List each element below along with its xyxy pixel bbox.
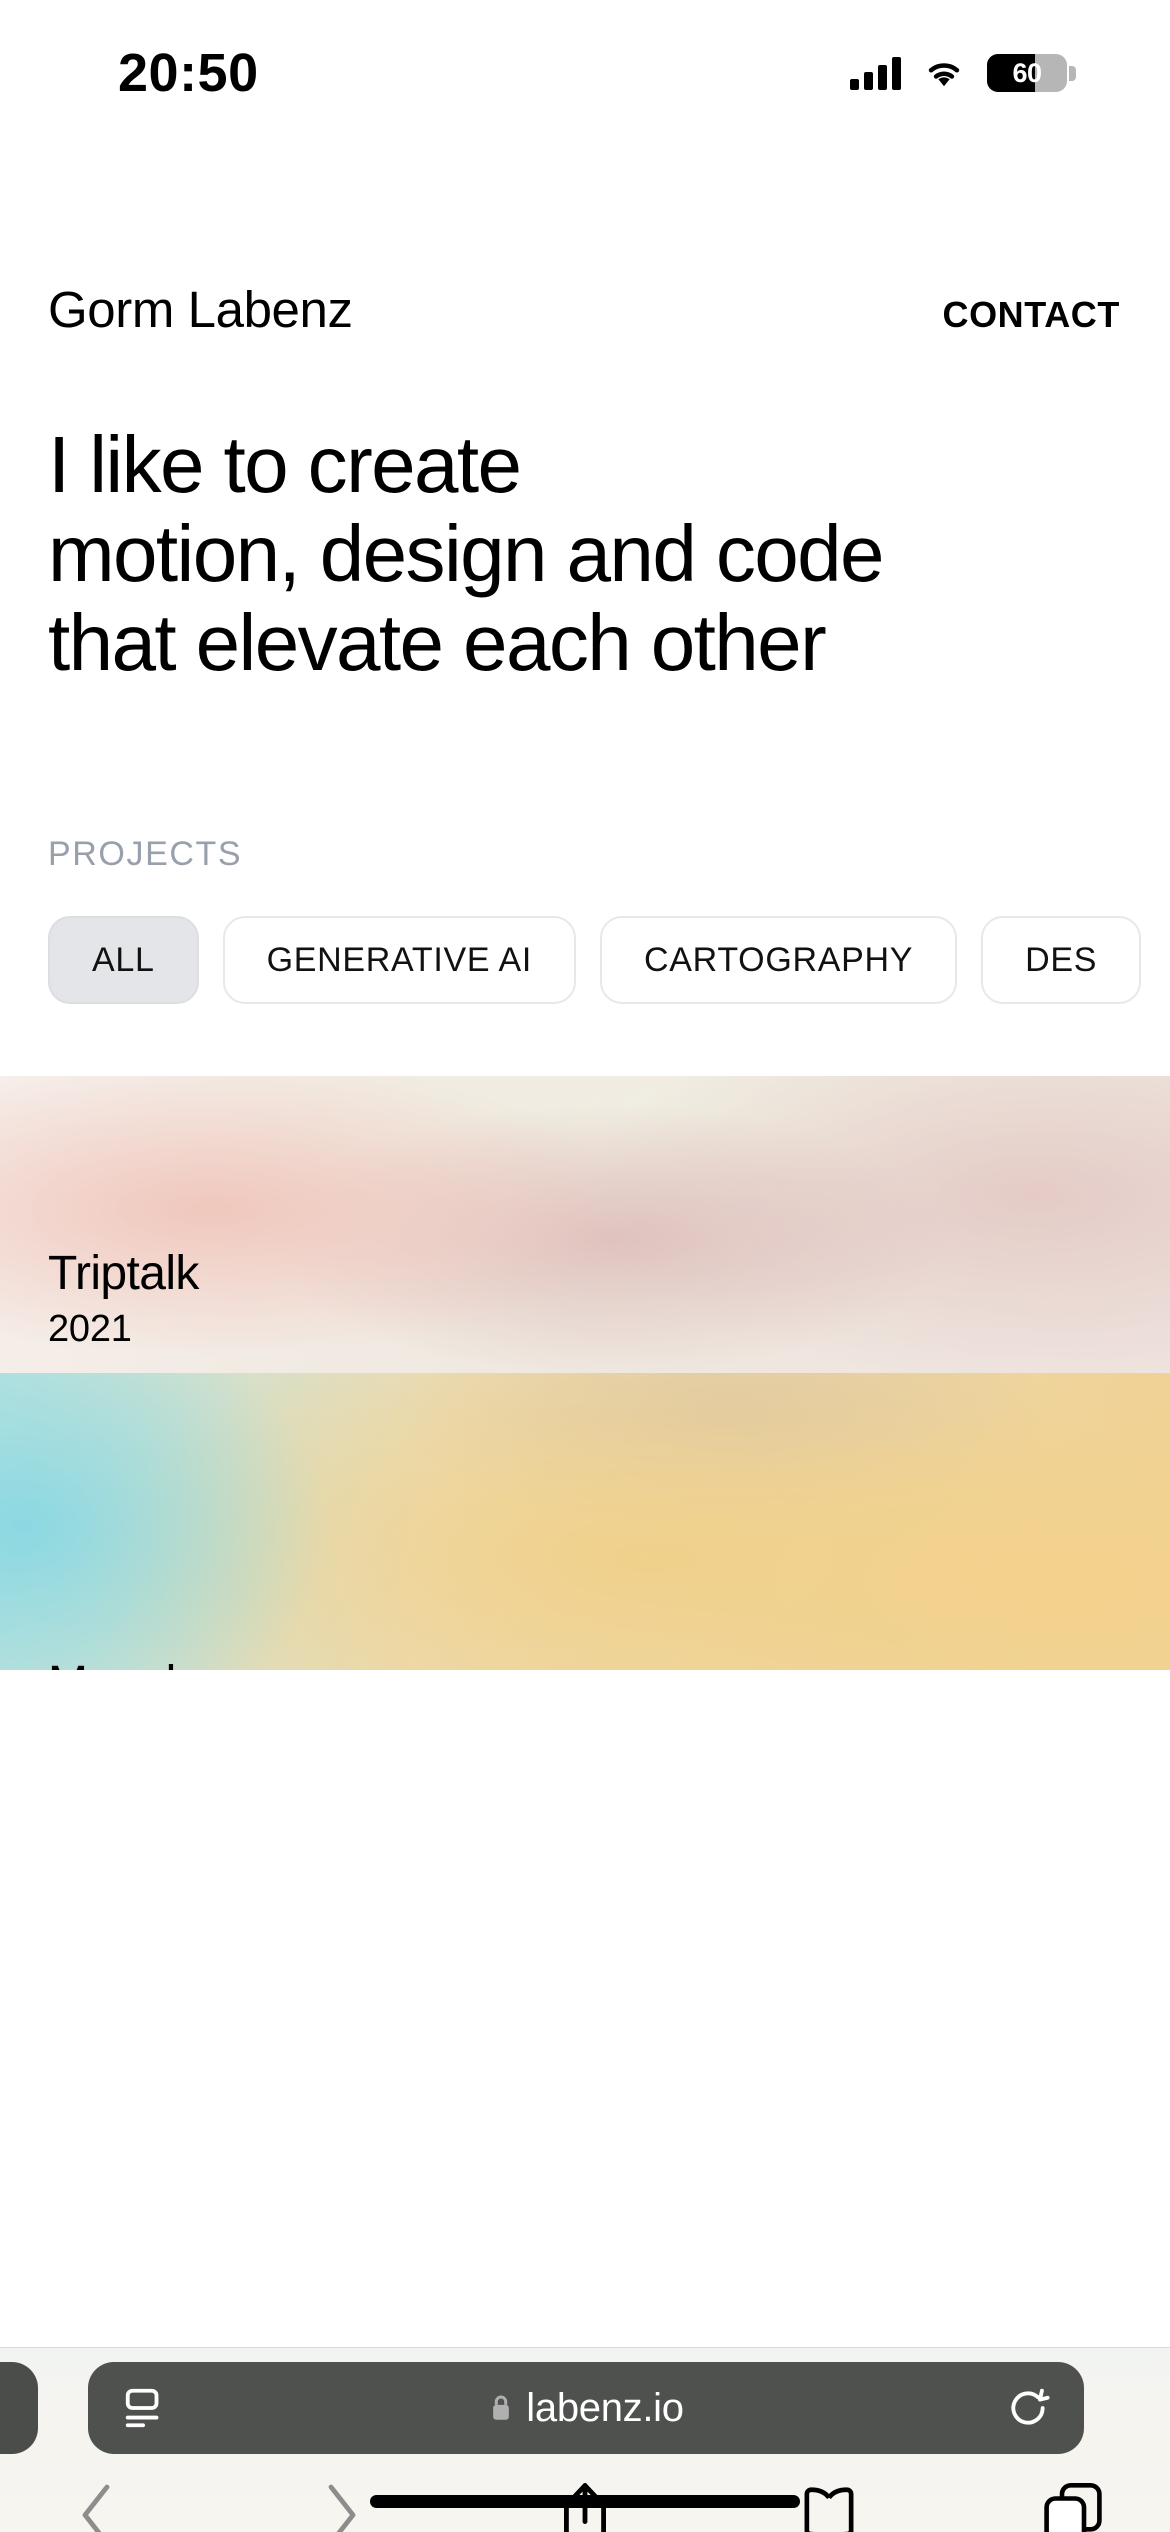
filter-chip-generative-ai[interactable]: GENERATIVE AI	[222, 916, 577, 1005]
adjacent-tab-peek[interactable]	[0, 2362, 38, 2454]
hero-line-1: I like to create	[48, 420, 522, 509]
url-display[interactable]: labenz.io	[168, 2386, 1006, 2431]
iphone-screen: 20:50 60 Gorm Labenz CONTACT I like to c…	[0, 0, 1170, 2532]
project-title: Mapoly	[48, 1657, 200, 1671]
status-bar-indicators: 60	[850, 54, 1076, 92]
site-brand: Gorm Labenz	[48, 281, 353, 338]
url-text: labenz.io	[526, 2385, 684, 2430]
project-card-mapoly[interactable]: Mapoly	[0, 1373, 1170, 1671]
lock-icon	[493, 2395, 510, 2420]
tabs-button[interactable]	[1030, 2472, 1116, 2532]
tabs-icon	[1044, 2482, 1102, 2532]
back-button[interactable]	[54, 2472, 140, 2532]
chevron-left-icon	[82, 2484, 110, 2532]
wifi-icon	[928, 63, 960, 87]
site-header: Gorm Labenz CONTACT	[0, 132, 1170, 339]
status-bar-time: 20:50	[118, 43, 259, 103]
home-indicator	[370, 2495, 800, 2508]
project-list: Triptalk 2021 Mapoly	[0, 1076, 1170, 1671]
web-page-content: Gorm Labenz CONTACT I like to create mot…	[0, 132, 1170, 2347]
chevron-right-icon	[328, 2484, 356, 2532]
address-bar-row: labenz.io	[0, 2348, 1170, 2466]
signal-bars-icon	[850, 56, 901, 90]
battery-percent-label: 60	[1012, 57, 1042, 88]
filter-chip-design[interactable]: DES	[981, 916, 1142, 1005]
book-icon	[804, 2487, 854, 2532]
project-filter-chips[interactable]: ALL GENERATIVE AI CARTOGRAPHY DES	[0, 874, 1170, 1005]
battery-cap	[1069, 65, 1076, 81]
address-bar[interactable]: labenz.io	[88, 2362, 1084, 2454]
project-card-triptalk[interactable]: Triptalk 2021	[0, 1076, 1170, 1374]
project-year: 2021	[48, 1308, 132, 1351]
page-title: I like to create motion, design and code…	[0, 339, 1170, 687]
page-settings-aa-icon[interactable]	[122, 2385, 168, 2431]
safari-bottom-bar: labenz.io	[0, 2347, 1170, 2532]
filter-chip-all[interactable]: ALL	[48, 916, 199, 1005]
filter-chip-cartography[interactable]: CARTOGRAPHY	[600, 916, 958, 1005]
reload-icon[interactable]	[1006, 2386, 1050, 2430]
battery-icon: 60	[987, 54, 1076, 92]
status-bar: 20:50 60	[0, 0, 1170, 132]
project-card-meta: Mapoly	[48, 1657, 200, 1671]
contact-link[interactable]: CONTACT	[942, 294, 1120, 336]
projects-section-label: PROJECTS	[48, 835, 243, 874]
hero-line-2: motion, design and code	[48, 508, 885, 598]
hero-line-3: that elevate each other	[48, 597, 827, 687]
project-card-meta: Triptalk 2021	[48, 1246, 199, 1352]
project-title: Triptalk	[48, 1246, 199, 1300]
